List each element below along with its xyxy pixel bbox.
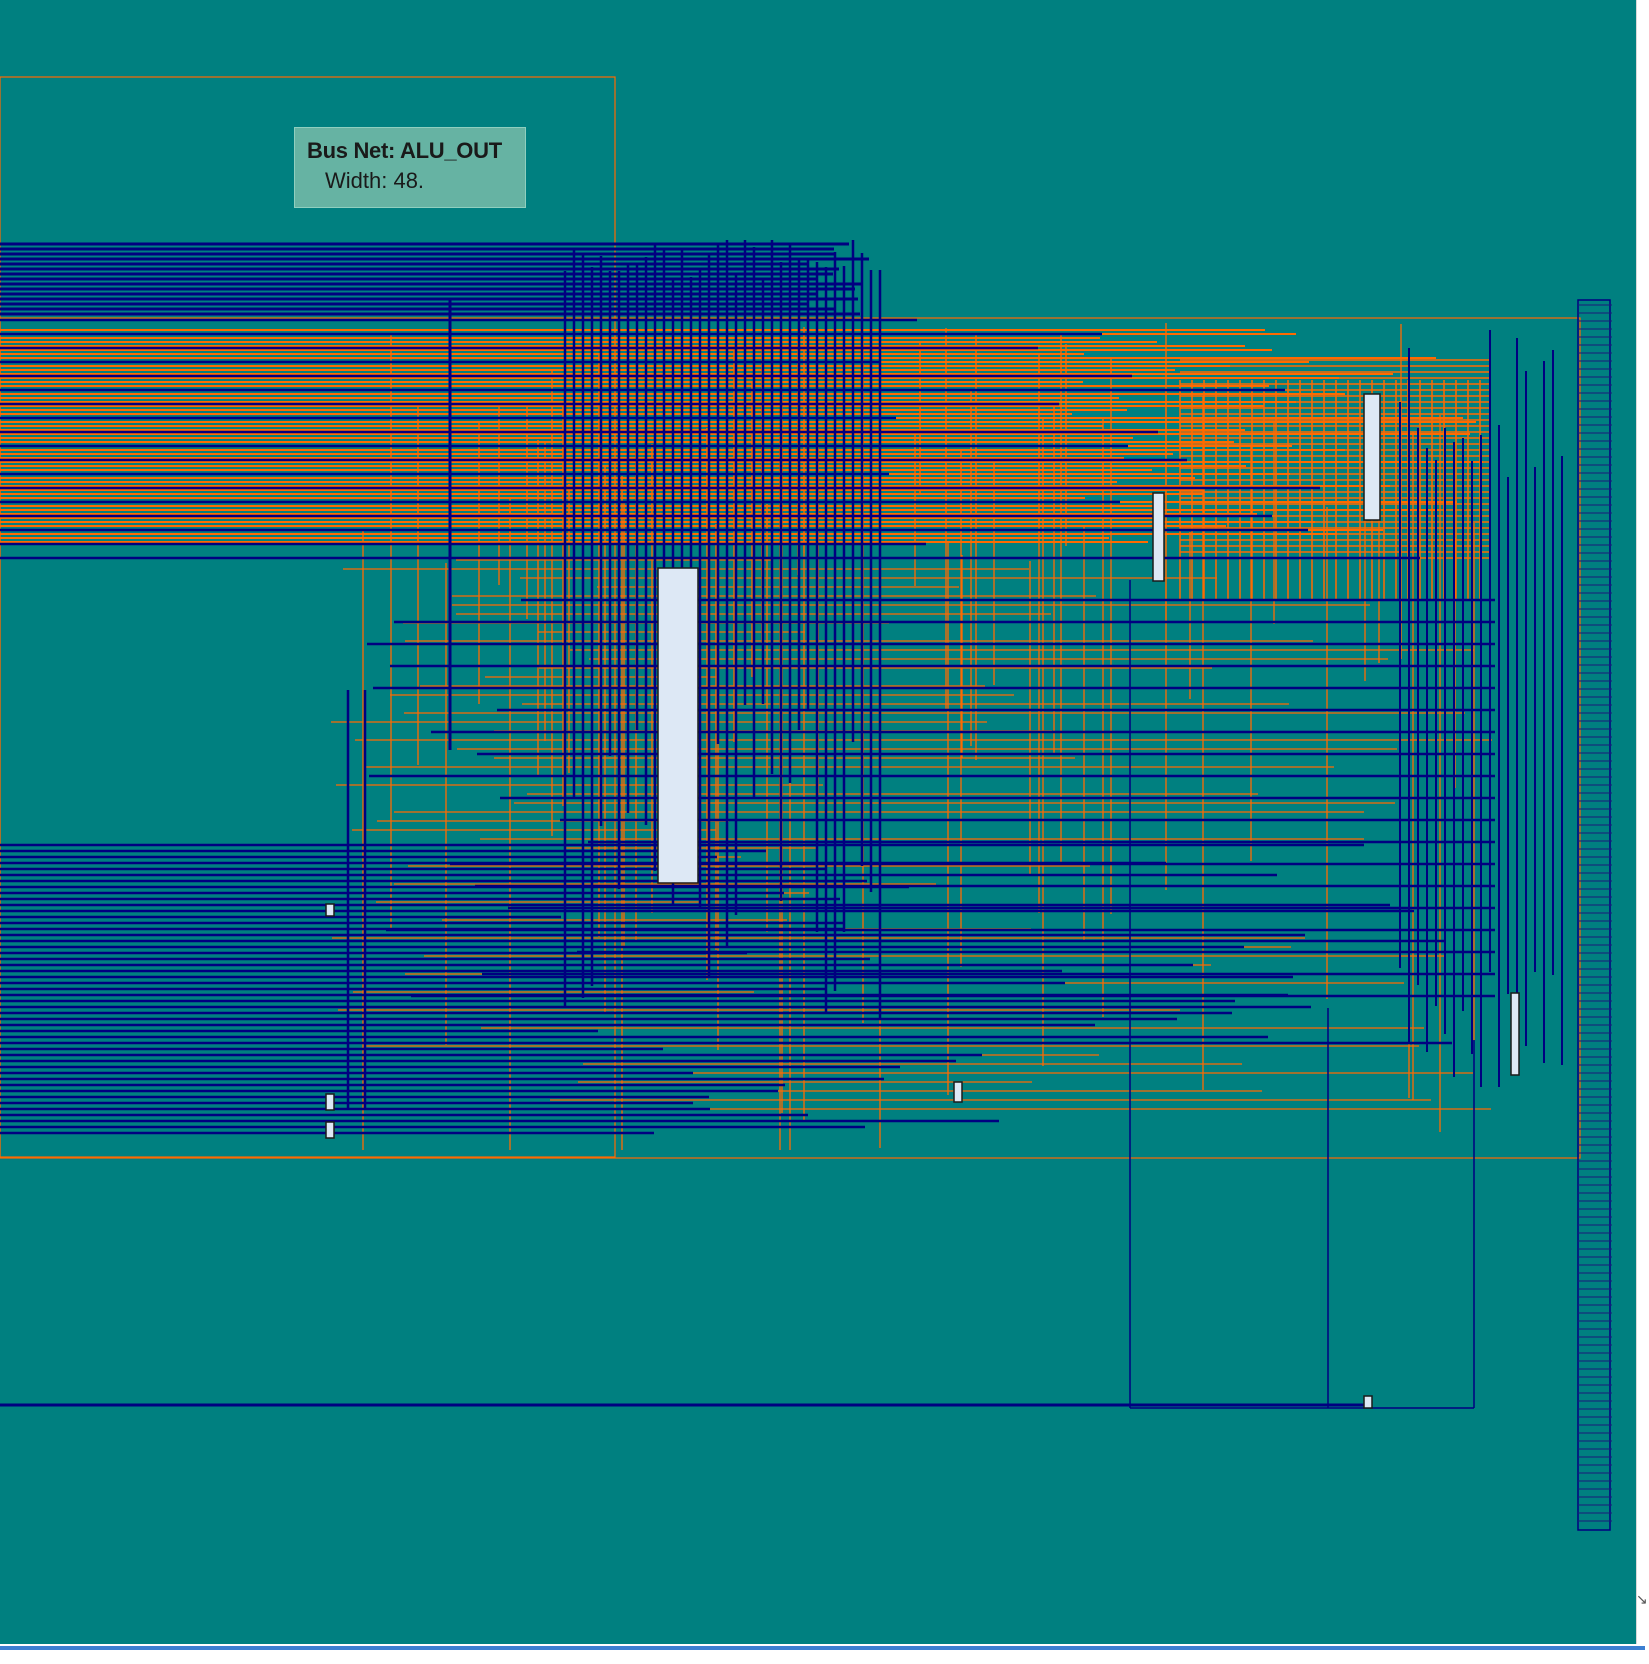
tooltip-title: Bus Net: ALU_OUT: [307, 138, 502, 163]
module-cell[interactable]: [1363, 1395, 1373, 1409]
scroll-track-bar[interactable]: [0, 1646, 1645, 1650]
schematic-netlist-view[interactable]: [0, 0, 1636, 1644]
tooltip-width: Width: 48.: [325, 168, 425, 193]
module-cell[interactable]: [953, 1081, 963, 1103]
module-cell[interactable]: [1363, 393, 1381, 521]
module-cell[interactable]: [325, 903, 335, 917]
schematic-canvas[interactable]: Bus Net: ALU_OUT Width: 48.: [0, 0, 1636, 1644]
module-cell[interactable]: [325, 1093, 335, 1111]
module-cell[interactable]: [657, 567, 699, 884]
horizontal-scrollbar[interactable]: [0, 1644, 1649, 1664]
module-cell[interactable]: [1152, 492, 1165, 582]
resize-grip-icon[interactable]: ↘: [1636, 1592, 1649, 1632]
module-cell[interactable]: [1510, 992, 1520, 1076]
vertical-scrollbar[interactable]: [1636, 0, 1649, 1644]
net-tooltip: Bus Net: ALU_OUT Width: 48.: [294, 127, 526, 208]
module-cell[interactable]: [325, 1121, 335, 1139]
